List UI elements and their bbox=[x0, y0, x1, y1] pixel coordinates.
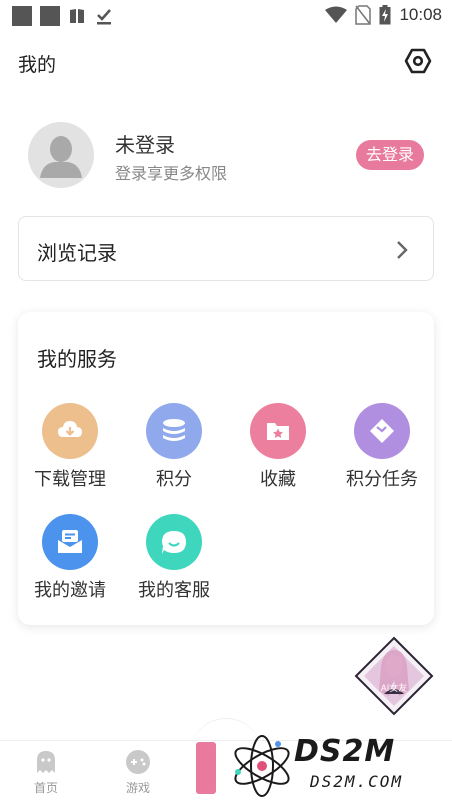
chat-bubble-icon bbox=[146, 514, 202, 570]
status-time: 10:08 bbox=[399, 5, 442, 24]
service-label: 积分 bbox=[156, 469, 192, 490]
status-bar: 10:08 bbox=[0, 0, 452, 32]
coins-icon bbox=[146, 403, 202, 459]
service-label: 收藏 bbox=[260, 469, 296, 490]
profile-section: 未登录 登录享更多权限 去登录 bbox=[28, 122, 428, 188]
favorite-folder-icon bbox=[250, 403, 306, 459]
notification-square-icon bbox=[40, 6, 60, 26]
service-customer-support[interactable]: 我的客服 bbox=[122, 514, 226, 606]
services-title: 我的服务 bbox=[37, 347, 117, 371]
watermark: DS2M DS2M.COM bbox=[226, 728, 452, 803]
service-points-tasks[interactable]: 积分任务 bbox=[330, 403, 434, 495]
tab-home[interactable]: 首页 bbox=[18, 749, 74, 796]
page-title: 我的 bbox=[18, 54, 57, 76]
history-label: 浏览记录 bbox=[37, 241, 117, 265]
services-card: 我的服务 下载管理 积分 收藏 积分任务 我的邀请 我的客服 bbox=[18, 312, 434, 625]
avatar[interactable] bbox=[28, 122, 94, 188]
gamepad-icon bbox=[126, 750, 150, 774]
tag-icon bbox=[354, 403, 410, 459]
atom-logo-icon bbox=[234, 735, 290, 797]
settings-hexagon-icon[interactable] bbox=[404, 47, 432, 75]
download-done-icon bbox=[97, 9, 111, 25]
ai-badge-label: AI女友 bbox=[381, 682, 408, 693]
service-favorites[interactable]: 收藏 bbox=[226, 403, 330, 495]
download-icon bbox=[42, 403, 98, 459]
service-label: 下载管理 bbox=[34, 469, 106, 490]
watermark-title: DS2M bbox=[294, 734, 396, 769]
chevron-right-icon bbox=[397, 241, 408, 259]
service-download-manager[interactable]: 下载管理 bbox=[18, 403, 122, 495]
profile-subtitle: 登录享更多权限 bbox=[115, 164, 228, 183]
tab-label: 游戏 bbox=[125, 781, 150, 795]
no-sim-icon bbox=[355, 5, 372, 25]
service-label: 积分任务 bbox=[346, 469, 418, 490]
book-icon bbox=[70, 9, 84, 23]
battery-charging-icon bbox=[379, 5, 391, 25]
watermark-subtitle: DS2M.COM bbox=[310, 772, 404, 791]
wifi-icon bbox=[325, 6, 348, 23]
default-avatar-icon bbox=[40, 136, 82, 178]
invite-mail-icon bbox=[42, 514, 98, 570]
status-bar-left bbox=[12, 6, 114, 26]
service-my-invites[interactable]: 我的邀请 bbox=[18, 514, 122, 606]
tab-label: 首页 bbox=[33, 781, 58, 795]
service-points[interactable]: 积分 bbox=[122, 403, 226, 495]
history-card[interactable]: 浏览记录 bbox=[18, 216, 434, 281]
service-label: 我的客服 bbox=[138, 580, 210, 601]
ghost-home-icon bbox=[37, 751, 55, 773]
login-button[interactable]: 去登录 bbox=[355, 140, 424, 170]
status-bar-right: 10:08 bbox=[325, 5, 442, 25]
notification-square-icon bbox=[12, 6, 32, 26]
service-label: 我的邀请 bbox=[34, 580, 106, 601]
tab-games[interactable]: 游戏 bbox=[110, 749, 166, 796]
tabbar-center-item[interactable] bbox=[196, 742, 216, 794]
ai-girlfriend-badge[interactable]: AI女友 bbox=[354, 636, 434, 716]
profile-name: 未登录 bbox=[115, 133, 175, 157]
